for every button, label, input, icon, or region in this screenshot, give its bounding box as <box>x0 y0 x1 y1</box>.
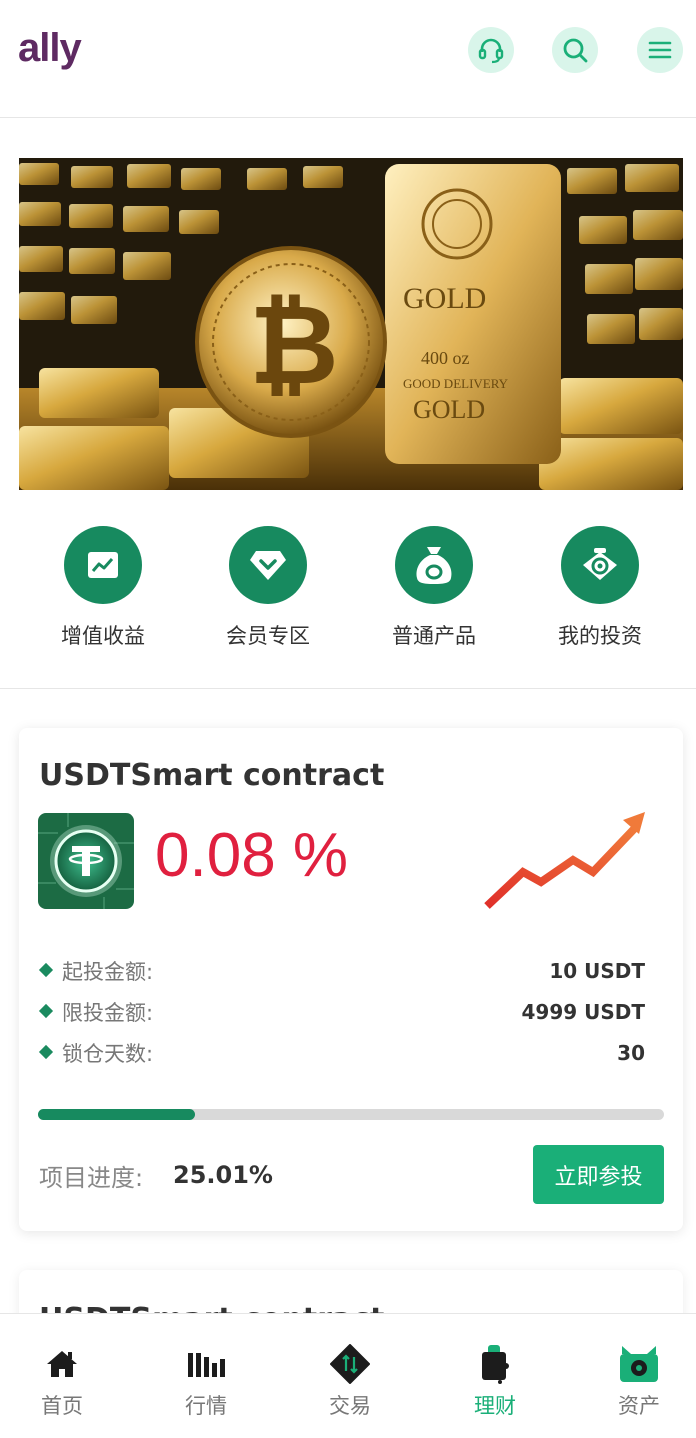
nav-market[interactable]: 行情 <box>144 1314 268 1438</box>
quick-icon-circle <box>395 526 473 604</box>
money-bag-icon <box>416 547 452 584</box>
progress-label: 项目进度: <box>39 1164 144 1192</box>
quick-menu: 增值收益 会员专区 普通产品 我的投资 <box>0 526 696 656</box>
section-divider <box>0 688 696 689</box>
assets-icon <box>620 1346 658 1382</box>
home-icon <box>47 1351 77 1377</box>
detail-label: 起投金额: <box>62 960 154 984</box>
search-button[interactable] <box>552 27 598 73</box>
diamond-bullet-icon <box>38 1044 54 1060</box>
nav-label: 资产 <box>618 1394 660 1418</box>
svg-text:400 oz: 400 oz <box>421 348 470 368</box>
quick-icon-circle <box>561 526 639 604</box>
svg-text:GOLD: GOLD <box>413 395 485 424</box>
quick-icon-circle <box>229 526 307 604</box>
nav-label: 行情 <box>185 1394 227 1418</box>
nav-label: 首页 <box>41 1394 83 1418</box>
detail-lock-days: 锁仓天数: 30 <box>38 1038 645 1079</box>
svg-text:₿: ₿ <box>249 281 339 409</box>
nav-assets[interactable]: 资产 <box>577 1314 696 1438</box>
menu-button[interactable] <box>637 27 683 73</box>
menu-icon <box>648 41 672 59</box>
quick-label: 增值收益 <box>61 624 145 648</box>
headset-icon <box>478 38 504 64</box>
diamond-bullet-icon <box>38 1003 54 1019</box>
progress-value: 25.01% <box>173 1161 273 1189</box>
trade-icon <box>330 1344 370 1384</box>
product-details: 起投金额: 10 USDT 限投金额: 4999 USDT 锁仓天数: 30 <box>38 956 645 1079</box>
detail-label: 限投金额: <box>62 1001 154 1025</box>
nav-home[interactable]: 首页 <box>0 1314 124 1438</box>
customer-service-button[interactable] <box>468 27 514 73</box>
quick-label: 普通产品 <box>392 624 476 648</box>
nav-finance[interactable]: 理财 <box>433 1314 557 1438</box>
market-bars-icon <box>188 1353 225 1377</box>
search-icon <box>563 38 588 63</box>
promo-banner[interactable]: GOLD 400 oz GOOD DELIVERY GOLD ₿ <box>19 158 683 490</box>
header: ally <box>0 0 696 118</box>
detail-value: 30 <box>617 1041 645 1065</box>
gold-bars-bitcoin-image: GOLD 400 oz GOOD DELIVERY GOLD ₿ <box>19 158 683 490</box>
ally-logo[interactable]: ally <box>18 26 82 71</box>
quick-label: 我的投资 <box>558 624 642 648</box>
quick-item-value-added[interactable]: 增值收益 <box>33 526 173 650</box>
product-card[interactable]: USDTSmart contract 0.08 % 起投金额: 10 USDT … <box>19 728 683 1231</box>
svg-text:GOLD: GOLD <box>403 282 486 315</box>
bottom-nav: 首页 行情 交易 理财 资产 <box>0 1313 696 1438</box>
invest-now-button[interactable]: 立即参投 <box>533 1145 664 1204</box>
wallet-coin-icon <box>583 548 617 580</box>
quick-item-normal-products[interactable]: 普通产品 <box>364 526 504 650</box>
progress-fill <box>38 1109 195 1120</box>
wallet-icon <box>482 1345 509 1384</box>
quick-label: 会员专区 <box>226 624 310 648</box>
usdt-coin-image <box>38 813 134 909</box>
quick-item-member-zone[interactable]: 会员专区 <box>198 526 338 650</box>
quick-icon-circle <box>64 526 142 604</box>
diamond-bullet-icon <box>38 962 54 978</box>
annual-rate: 0.08 % <box>155 821 349 890</box>
progress-bar <box>38 1109 664 1120</box>
diamond-icon <box>250 551 286 580</box>
detail-value: 10 USDT <box>549 959 645 983</box>
trend-up-arrow-icon <box>484 812 645 909</box>
detail-min-investment: 起投金额: 10 USDT <box>38 956 645 997</box>
detail-label: 锁仓天数: <box>62 1042 154 1066</box>
detail-max-investment: 限投金额: 4999 USDT <box>38 997 645 1038</box>
svg-text:GOOD DELIVERY: GOOD DELIVERY <box>403 376 509 391</box>
nav-trade[interactable]: 交易 <box>288 1314 412 1438</box>
chart-trend-icon <box>88 552 118 578</box>
quick-item-my-investment[interactable]: 我的投资 <box>530 526 670 650</box>
nav-label: 交易 <box>329 1394 371 1418</box>
nav-label: 理财 <box>474 1394 516 1418</box>
product-title: USDTSmart contract <box>39 758 385 793</box>
detail-value: 4999 USDT <box>521 1000 645 1024</box>
